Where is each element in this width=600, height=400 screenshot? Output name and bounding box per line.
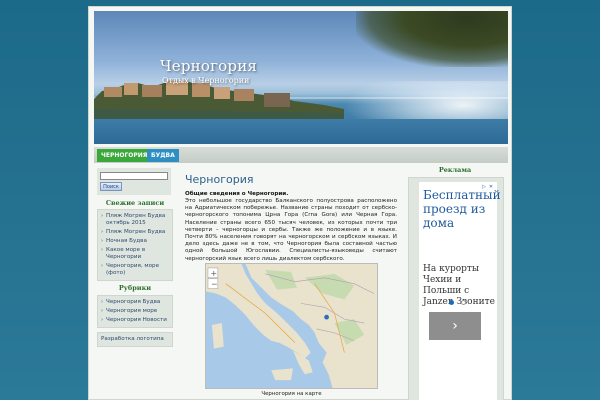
- map-marker-icon[interactable]: [324, 314, 329, 320]
- search-input[interactable]: [100, 172, 168, 180]
- category-link[interactable]: › Черногория море: [100, 307, 170, 316]
- carousel-dot[interactable]: [461, 300, 466, 305]
- ad-card[interactable]: ▷ ✕ Бесплатный проезд из дома На курорты…: [419, 182, 501, 400]
- post-title[interactable]: Черногория: [185, 173, 253, 186]
- header-banner: Черногория Отдых в Черногории: [94, 11, 508, 144]
- search-button[interactable]: Поиск: [100, 182, 122, 191]
- ad-headline[interactable]: Бесплатный проезд из дома: [423, 188, 501, 230]
- search-widget: Поиск: [97, 168, 171, 195]
- post-body: Это небольшое государство Балканского по…: [185, 198, 397, 262]
- recent-posts-list: › Пляж Могрен Будва октябрь 2015 › Пляж Мо…: [97, 209, 173, 281]
- category-link[interactable]: › Черногория Будва: [100, 298, 170, 307]
- svg-text:+: +: [211, 269, 218, 278]
- category-link[interactable]: › Черногория Новости: [100, 316, 170, 325]
- ads-title: Реклама: [438, 166, 472, 174]
- ad-next-button[interactable]: ›: [429, 312, 481, 340]
- recent-post-link[interactable]: › Пляж Могрен Будва: [100, 228, 170, 237]
- bullet-icon: ›: [101, 213, 103, 219]
- bullet-icon: ›: [101, 229, 103, 235]
- post-subtitle: Общие сведения о Черногории.: [185, 191, 289, 197]
- site-title[interactable]: Черногория: [160, 57, 257, 75]
- recent-post-link[interactable]: › Черногория, море (фото): [100, 262, 170, 278]
- bullet-icon: ›: [101, 247, 103, 253]
- ad-carousel-dots: [449, 300, 479, 308]
- site-tagline: Отдых в Черногории: [162, 76, 250, 85]
- map-caption: Черногория на карте: [261, 391, 322, 397]
- page-container: Черногория Отдых в Черногории Черногория…: [88, 6, 512, 400]
- recent-posts-title: Свежие записи: [105, 199, 165, 207]
- svg-text:−: −: [211, 280, 218, 289]
- carousel-dot-active[interactable]: [449, 300, 454, 305]
- bullet-icon: ›: [101, 238, 103, 244]
- extra-widget: Разработка логотипа: [97, 332, 173, 347]
- main-nav: Черногория Будва: [94, 147, 508, 163]
- bullet-icon: ›: [101, 263, 103, 269]
- ad-widget: ▷ ✕ Бесплатный проезд из дома На курорты…: [408, 177, 504, 400]
- nav-item-budva[interactable]: Будва: [147, 149, 179, 162]
- categories-title: Рубрики: [118, 284, 152, 292]
- bullet-icon: ›: [101, 308, 103, 314]
- categories-list: › Черногория Будва › Черногория море › Черн…: [97, 295, 173, 328]
- recent-post-link[interactable]: › Какое море в Черногории: [100, 246, 170, 262]
- recent-post-link[interactable]: › Ночная Будва: [100, 237, 170, 246]
- recent-post-link[interactable]: › Пляж Могрен Будва октябрь 2015: [100, 212, 170, 228]
- logo-design-link[interactable]: Разработка логотипа: [100, 335, 170, 344]
- nav-item-montenegro[interactable]: Черногория: [97, 149, 152, 162]
- bullet-icon: ›: [101, 317, 103, 323]
- bullet-icon: ›: [101, 299, 103, 305]
- map-image[interactable]: + −: [205, 263, 378, 389]
- sea: [94, 119, 508, 144]
- pine-tree: [356, 11, 508, 67]
